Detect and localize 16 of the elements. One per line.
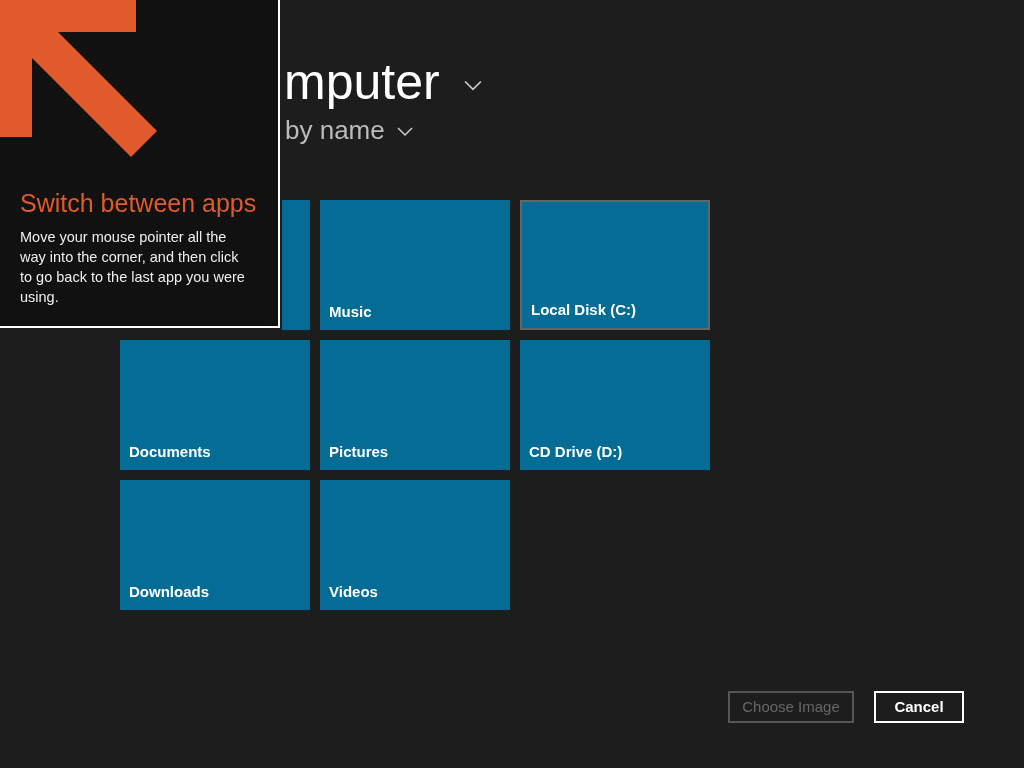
chevron-down-icon[interactable] — [396, 127, 413, 137]
folder-tile[interactable]: Documents — [120, 340, 310, 470]
folder-tile[interactable]: CD Drive (D:) — [520, 340, 710, 470]
chevron-down-icon[interactable] — [463, 80, 482, 92]
tip-title: Switch between apps — [20, 188, 258, 219]
folder-tile[interactable]: Music — [320, 200, 510, 330]
folder-tile[interactable]: Downloads — [120, 480, 310, 610]
folder-tile[interactable] — [282, 200, 310, 330]
folder-tile[interactable]: Local Disk (C:) — [520, 200, 710, 330]
sort-label[interactable]: by name — [285, 117, 385, 143]
cancel-button[interactable]: Cancel — [874, 691, 964, 723]
page-title[interactable]: mputer — [284, 57, 440, 107]
folder-tile[interactable]: Videos — [320, 480, 510, 610]
tip-text: Move your mouse pointer all the way into the corner, and then click to go back to the last app you were using. — [20, 228, 246, 308]
arrow-icon — [0, 0, 158, 158]
folder-tile[interactable]: Pictures — [320, 340, 510, 470]
